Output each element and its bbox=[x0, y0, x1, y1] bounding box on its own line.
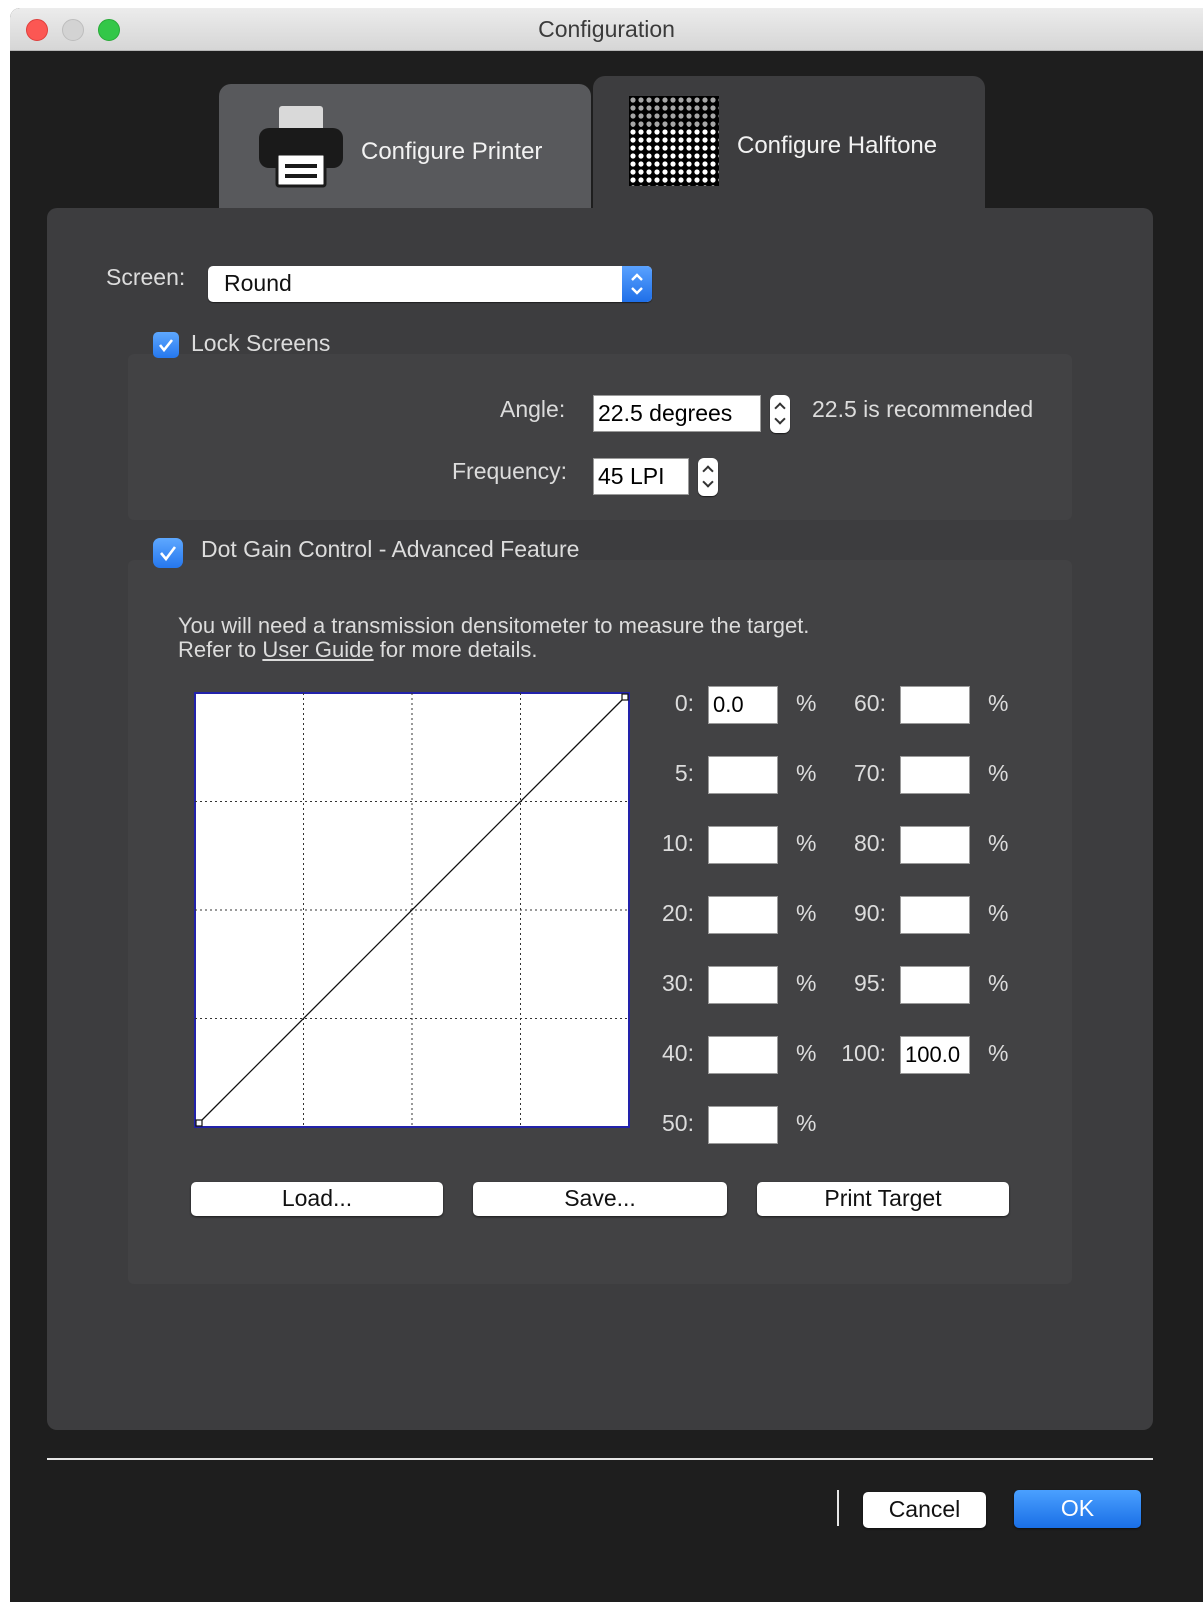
dot-gain-left-label-0: 0: bbox=[674, 690, 694, 716]
dot-gain-left-percent-6: % bbox=[796, 1110, 817, 1136]
dot-gain-right-input-1[interactable] bbox=[900, 756, 970, 794]
lock-screens-checkbox[interactable] bbox=[153, 332, 179, 358]
cancel-button[interactable]: Cancel bbox=[863, 1492, 986, 1528]
dot-gain-left-label-2: 10: bbox=[662, 830, 694, 856]
checkmark-icon bbox=[160, 546, 177, 562]
dot-gain-left-percent-0: % bbox=[796, 690, 817, 716]
halftone-pattern-icon bbox=[629, 96, 719, 186]
title-bar: Configuration bbox=[10, 8, 1203, 51]
dot-gain-left-input-6[interactable] bbox=[708, 1106, 778, 1144]
dot-gain-left-input-3[interactable] bbox=[708, 896, 778, 934]
dot-gain-left-input-2[interactable] bbox=[708, 826, 778, 864]
ok-button[interactable]: OK bbox=[1014, 1490, 1141, 1528]
dot-gain-left-input-0[interactable]: 0.0 bbox=[708, 686, 778, 724]
screen-select-value: Round bbox=[224, 270, 292, 296]
dot-gain-right-input-0[interactable] bbox=[900, 686, 970, 724]
dot-gain-right-input-2[interactable] bbox=[900, 826, 970, 864]
angle-hint: 22.5 is recommended bbox=[812, 396, 1034, 422]
dot-gain-curve-chart[interactable] bbox=[194, 692, 630, 1128]
dot-gain-checkbox[interactable] bbox=[153, 538, 183, 568]
info-suffix: for more details. bbox=[373, 637, 538, 662]
dot-gain-right-input-5[interactable]: 100.0 bbox=[900, 1036, 970, 1074]
dot-gain-left-label-5: 40: bbox=[662, 1040, 694, 1066]
load-button[interactable]: Load... bbox=[191, 1182, 443, 1216]
densitometer-info: You will need a transmission densitomete… bbox=[178, 614, 809, 662]
angle-label: Angle: bbox=[500, 396, 566, 422]
angle-stepper[interactable] bbox=[770, 395, 790, 433]
dot-gain-right-input-4[interactable] bbox=[900, 966, 970, 1004]
dot-gain-right-label-0: 60: bbox=[854, 690, 886, 716]
info-line-2: Refer to User Guide for more details. bbox=[178, 638, 809, 662]
angle-input[interactable]: 22.5 degrees bbox=[593, 395, 761, 432]
footer-separator bbox=[837, 1490, 839, 1526]
printer-icon bbox=[259, 106, 343, 188]
print-target-button[interactable]: Print Target bbox=[757, 1182, 1009, 1216]
lock-screens-label: Lock Screens bbox=[191, 330, 331, 356]
dot-gain-left-label-3: 20: bbox=[662, 900, 694, 926]
dot-gain-right-label-3: 90: bbox=[854, 900, 886, 926]
dot-gain-left-input-5[interactable] bbox=[708, 1036, 778, 1074]
dot-gain-right-input-3[interactable] bbox=[900, 896, 970, 934]
screen-label: Screen: bbox=[106, 264, 186, 290]
info-line-1: You will need a transmission densitomete… bbox=[178, 613, 810, 638]
checkmark-icon bbox=[158, 339, 174, 353]
dot-gain-left-percent-3: % bbox=[796, 900, 817, 926]
tab-configure-printer-label: Configure Printer bbox=[361, 138, 543, 165]
footer-divider bbox=[47, 1458, 1153, 1460]
dot-gain-right-percent-5: % bbox=[988, 1040, 1009, 1066]
frequency-input[interactable]: 45 LPI bbox=[593, 458, 689, 495]
select-arrows-icon bbox=[622, 266, 652, 302]
tab-configure-halftone[interactable]: Configure Halftone bbox=[593, 76, 985, 210]
window-title: Configuration bbox=[538, 16, 675, 42]
dot-gain-right-label-4: 95: bbox=[854, 970, 886, 996]
dot-gain-right-percent-2: % bbox=[988, 830, 1009, 856]
dot-gain-right-percent-4: % bbox=[988, 970, 1009, 996]
curve-handle-0[interactable] bbox=[195, 1119, 203, 1127]
dot-gain-right-percent-0: % bbox=[988, 690, 1009, 716]
dot-gain-left-label-6: 50: bbox=[662, 1110, 694, 1136]
dot-gain-right-percent-1: % bbox=[988, 760, 1009, 786]
dot-gain-left-label-4: 30: bbox=[662, 970, 694, 996]
tab-configure-halftone-label: Configure Halftone bbox=[737, 132, 938, 159]
configuration-window: Configuration Configure Printer Configur… bbox=[10, 8, 1203, 1602]
save-button[interactable]: Save... bbox=[473, 1182, 727, 1216]
user-guide-link[interactable]: User Guide bbox=[262, 637, 373, 662]
curve-handle-1[interactable] bbox=[621, 693, 629, 701]
frequency-stepper[interactable] bbox=[698, 458, 718, 496]
info-prefix: Refer to bbox=[178, 637, 263, 662]
dot-gain-right-label-1: 70: bbox=[854, 760, 886, 786]
dot-gain-left-input-4[interactable] bbox=[708, 966, 778, 1004]
dot-gain-right-label-5: 100: bbox=[841, 1040, 886, 1066]
dot-gain-left-percent-2: % bbox=[796, 830, 817, 856]
dot-gain-left-input-1[interactable] bbox=[708, 756, 778, 794]
lock-screens-group bbox=[128, 354, 1072, 520]
dot-gain-right-percent-3: % bbox=[988, 900, 1009, 926]
dot-gain-label: Dot Gain Control - Advanced Feature bbox=[201, 536, 580, 562]
dot-gain-left-percent-4: % bbox=[796, 970, 817, 996]
dot-gain-left-percent-1: % bbox=[796, 760, 817, 786]
dot-gain-right-label-2: 80: bbox=[854, 830, 886, 856]
dot-gain-left-label-1: 5: bbox=[674, 760, 694, 786]
screen-select[interactable]: Round bbox=[208, 266, 652, 302]
tab-configure-printer[interactable]: Configure Printer bbox=[219, 84, 591, 210]
dot-gain-left-percent-5: % bbox=[796, 1040, 817, 1066]
frequency-label: Frequency: bbox=[452, 458, 568, 484]
